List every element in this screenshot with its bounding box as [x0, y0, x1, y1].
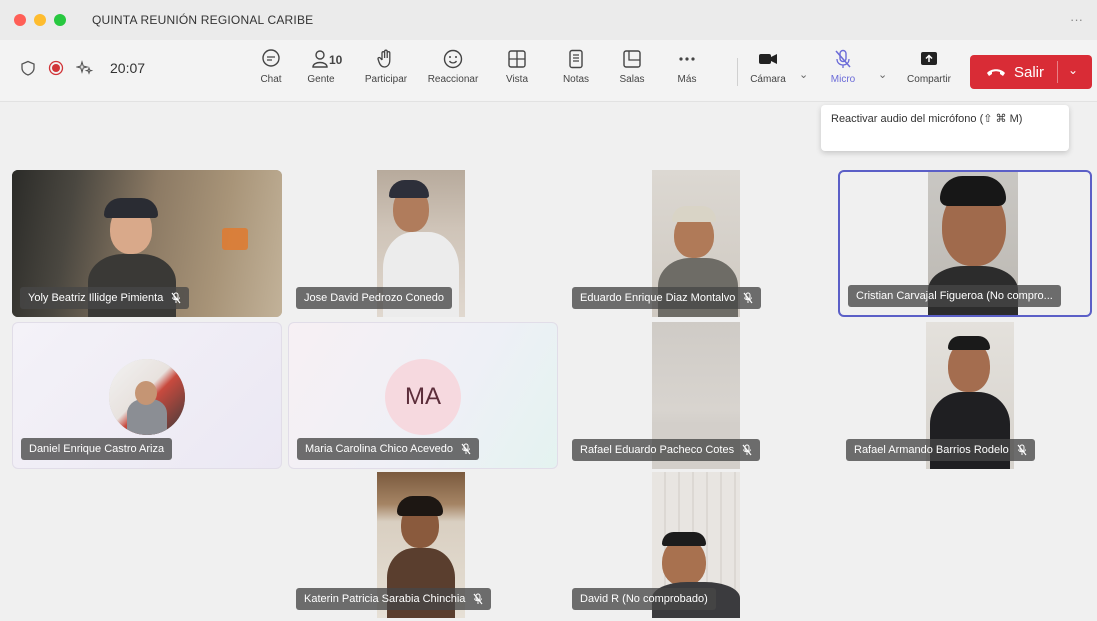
minimize-window-button[interactable]: [34, 14, 46, 26]
raise-hand-label: Participar: [364, 74, 408, 85]
recording-icon: [48, 60, 64, 76]
participant-tile[interactable]: MA Maria Carolina Chico Acevedo: [288, 322, 558, 469]
meeting-status: 20:07: [20, 60, 145, 76]
view-button[interactable]: Vista: [500, 48, 534, 98]
mic-muted-icon: [1017, 444, 1027, 456]
participant-name: Rafael Eduardo Pacheco Cotes: [580, 444, 735, 456]
chat-icon: [262, 49, 280, 67]
participant-tile[interactable]: Yoly Beatriz Illidge Pimienta: [12, 170, 282, 317]
camera-options-chevron-icon[interactable]: ⌄: [799, 68, 808, 81]
maximize-window-button[interactable]: [54, 14, 66, 26]
mic-muted-icon: [473, 593, 483, 605]
participant-tile[interactable]: Eduardo Enrique Diaz Montalvo: [564, 170, 834, 317]
toolbar-divider: [737, 58, 738, 86]
people-button[interactable]: 10 Gente: [296, 48, 346, 98]
leave-button[interactable]: Salir ⌄: [970, 55, 1092, 89]
breakout-rooms-icon: [623, 50, 641, 68]
share-label: Compartir: [907, 74, 951, 85]
share-button[interactable]: Compartir: [896, 48, 962, 98]
people-label: Gente: [307, 74, 335, 85]
more-label: Más: [677, 74, 697, 85]
mic-options-chevron-icon[interactable]: ⌄: [878, 68, 887, 81]
chat-button[interactable]: Chat: [254, 48, 288, 98]
participant-name-tag: David R (No comprobado): [572, 588, 716, 610]
title-bar: QUINTA REUNIÓN REGIONAL CARIBE ···: [0, 0, 1097, 40]
hang-up-icon: [987, 69, 1005, 76]
participant-tile[interactable]: Rafael Eduardo Pacheco Cotes: [564, 322, 834, 469]
video-camera-icon: [759, 54, 777, 64]
camera-label: Cámara: [750, 74, 786, 85]
participant-name: David R (No comprobado): [580, 593, 708, 605]
mic-tooltip: Reactivar audio del micrófono (⇧ ⌘ M): [821, 105, 1069, 151]
leave-label: Salir: [1014, 63, 1045, 81]
participant-name: Eduardo Enrique Diaz Montalvo: [580, 292, 736, 304]
mic-button[interactable]: Micro: [823, 48, 863, 98]
people-count: 10: [329, 53, 343, 67]
share-screen-icon: [921, 52, 937, 65]
participant-name-tag: Yoly Beatriz Illidge Pimienta: [20, 287, 190, 309]
participant-tile[interactable]: Jose David Pedrozo Conedo: [288, 170, 558, 317]
mic-muted-icon: [742, 444, 752, 456]
participant-name: Maria Carolina Chico Acevedo: [305, 443, 453, 455]
more-button[interactable]: Más: [670, 48, 704, 98]
participant-name-tag: Daniel Enrique Castro Ariza: [21, 438, 173, 460]
participant-name-tag: Rafael Armando Barrios Rodelo: [846, 439, 1035, 461]
mic-muted-icon: [743, 292, 753, 304]
react-label: Reaccionar: [427, 74, 479, 85]
chat-label: Chat: [260, 74, 282, 85]
raise-hand-button[interactable]: Participar: [358, 48, 414, 98]
mic-muted-icon: [171, 292, 181, 304]
mic-label: Micro: [830, 74, 856, 85]
window-title: QUINTA REUNIÓN REGIONAL CARIBE: [92, 13, 314, 27]
participant-tile[interactable]: David R (No comprobado): [564, 472, 834, 618]
meeting-toolbar: 20:07 Chat 10 Gente Participar Reacciona…: [0, 40, 1097, 102]
view-label: Vista: [505, 74, 529, 85]
participant-name: Cristian Carvajal Figueroa (No compro...: [856, 290, 1053, 302]
notes-button[interactable]: Notas: [556, 48, 596, 98]
grid-icon: [508, 50, 526, 68]
sparkle-icon[interactable]: [76, 60, 94, 76]
meeting-timer: 20:07: [110, 60, 146, 76]
window-more-button[interactable]: ···: [1070, 12, 1083, 27]
participant-initials-avatar: MA: [385, 359, 461, 435]
react-button[interactable]: Reaccionar: [420, 48, 486, 98]
notes-label: Notas: [562, 74, 590, 85]
participant-avatar: [109, 359, 185, 435]
participant-name: Yoly Beatriz Illidge Pimienta: [28, 292, 164, 304]
rooms-button[interactable]: Salas: [612, 48, 652, 98]
hand-icon: [377, 49, 391, 68]
participant-name-tag: Katerin Patricia Sarabia Chinchia: [296, 588, 492, 610]
smiley-icon: [443, 49, 463, 69]
participant-name-tag: Maria Carolina Chico Acevedo: [297, 438, 479, 460]
participant-name: Rafael Armando Barrios Rodelo: [854, 444, 1009, 456]
mic-muted-icon: [461, 443, 471, 455]
participant-name-tag: Rafael Eduardo Pacheco Cotes: [572, 439, 761, 461]
participant-name: Jose David Pedrozo Conedo: [304, 292, 445, 304]
participant-name-tag: Cristian Carvajal Figueroa (No compro...: [848, 285, 1061, 307]
participant-tile[interactable]: Daniel Enrique Castro Ariza: [12, 322, 282, 469]
shield-icon[interactable]: [20, 60, 36, 76]
leave-divider: [1057, 61, 1058, 83]
more-dots-icon: [679, 57, 695, 61]
participant-name-tag: Jose David Pedrozo Conedo: [296, 287, 453, 309]
leave-options-chevron-icon[interactable]: ⌄: [1068, 63, 1078, 77]
participant-tile-active[interactable]: Cristian Carvajal Figueroa (No compro...: [838, 170, 1092, 317]
camera-button[interactable]: Cámara: [745, 48, 791, 98]
mic-off-icon: [835, 49, 851, 68]
participant-name: Katerin Patricia Sarabia Chinchia: [304, 593, 466, 605]
notes-icon: [569, 49, 583, 69]
participant-tile[interactable]: Rafael Armando Barrios Rodelo: [838, 322, 1092, 469]
rooms-label: Salas: [619, 74, 645, 85]
participant-tile[interactable]: Katerin Patricia Sarabia Chinchia: [288, 472, 558, 618]
participant-name: Daniel Enrique Castro Ariza: [29, 443, 165, 455]
close-window-button[interactable]: [14, 14, 26, 26]
participant-name-tag: Eduardo Enrique Diaz Montalvo: [572, 287, 762, 309]
window-controls: [14, 14, 66, 26]
